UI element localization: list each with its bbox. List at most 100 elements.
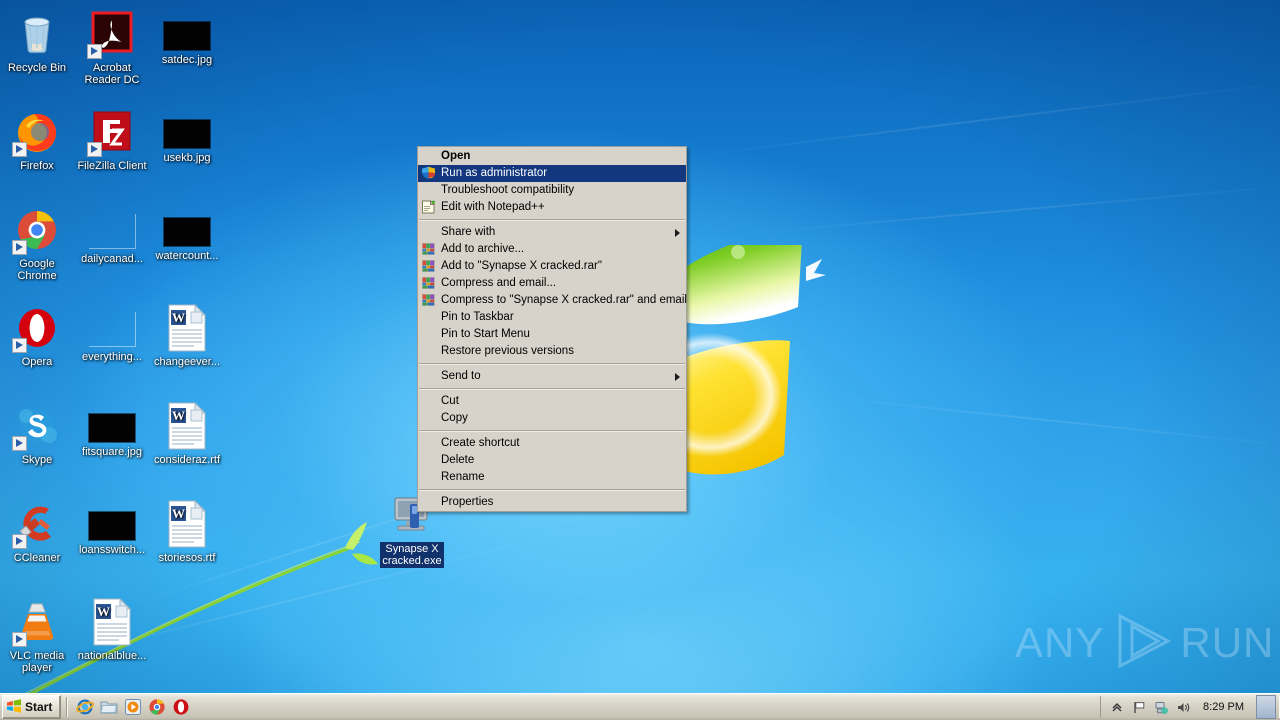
svg-text:W: W [172,310,185,325]
skype-icon [12,402,61,451]
image-thumbnail-icon [164,120,210,148]
desktop-item-label: Recycle Bin [7,62,67,74]
desktop-item-satdec-jpg[interactable]: satdec.jpg [150,10,224,66]
context-menu-item-label: Add to archive... [441,243,525,255]
blank-thumbnail-icon [88,312,136,347]
context-menu-item-share-with[interactable]: Share with [418,224,686,241]
context-menu-item-label: Add to "Synapse X cracked.rar" [441,260,602,272]
word-doc-icon: W [163,303,211,352]
context-menu-item-label: Send to [441,370,481,382]
context-menu-item-add-to-archive[interactable]: Add to archive... [418,241,686,258]
taskbar-google-chrome-icon[interactable] [145,696,169,718]
desktop-item-vlc-media-player[interactable]: VLC media player [0,598,74,674]
context-menu-item-label: Restore previous versions [441,345,574,357]
context-menu-item-label: Rename [441,471,485,483]
context-menu-item-properties[interactable]: Properties [418,494,686,511]
uac-shield-icon [421,166,437,181]
desktop-item-fitsquare-jpg[interactable]: fitsquare.jpg [75,402,149,458]
desktop-item-label: consideraz.rtf [153,454,221,466]
file-context-menu[interactable]: Open Run as administrator Troubleshoot co… [417,146,687,512]
start-button[interactable]: Start [2,695,62,719]
system-tray[interactable]: 8:29 PM [1100,695,1280,719]
context-menu-item-create-shortcut[interactable]: Create shortcut [418,435,686,452]
desktop-item-storiesos-rtf[interactable]: W storiesos.rtf [150,499,224,564]
context-menu-item-copy[interactable]: Copy [418,410,686,427]
context-menu-item-run-as-administrator[interactable]: Run as administrator [418,165,686,182]
context-menu-item-label: Pin to Taskbar [441,311,514,323]
context-menu-item-label: Share with [441,226,496,238]
shortcut-overlay-icon [87,142,102,157]
desktop-item-opera[interactable]: Opera [0,304,74,368]
image-thumbnail-icon [89,414,135,442]
desktop-item-nationalblue[interactable]: W nationalblue... [75,597,149,662]
context-menu-item-rename[interactable]: Rename [418,469,686,486]
shortcut-overlay-icon [12,338,27,353]
chrome-icon [12,206,61,255]
shortcut-overlay-icon [87,44,102,59]
desktop-item-label: CCleaner [13,552,61,564]
context-menu-item-compress-to-synapse-x-cracked-rar-and-email[interactable]: Compress to "Synapse X cracked.rar" and … [418,292,687,309]
taskbar-opera-icon[interactable] [169,696,193,718]
taskbar-internet-explorer-icon[interactable] [73,696,97,718]
blank-thumbnail-icon [88,214,136,249]
desktop-item-skype[interactable]: Skype [0,402,74,466]
winrar-icon [421,259,437,274]
desktop[interactable]: ANY RUN Recycle Bin Acrobat Reader DC sat… [0,0,1280,720]
shortcut-overlay-icon [12,632,27,647]
desktop-item-google-chrome[interactable]: Google Chrome [0,206,74,282]
desktop-item-dailycanad[interactable]: dailycanad... [75,206,149,265]
network-icon[interactable] [1153,699,1169,715]
context-menu-item-pin-to-taskbar[interactable]: Pin to Taskbar [418,309,686,326]
context-menu-item-edit-with-notepad[interactable]: Edit with Notepad++ [418,199,686,216]
show-desktop-button[interactable] [1256,695,1276,719]
context-menu-item-label: Delete [441,454,475,466]
context-menu-separator [419,388,685,390]
desktop-item-ccleaner[interactable]: CCleaner [0,500,74,564]
desktop-item-changeever[interactable]: W changeever... [150,303,224,368]
image-thumbnail-icon [164,218,210,246]
desktop-item-label: fitsquare.jpg [82,446,142,458]
context-menu-item-send-to[interactable]: Send to [418,368,686,385]
context-menu-item-open[interactable]: Open [418,148,686,165]
desktop-item-usekb-jpg[interactable]: usekb.jpg [150,108,224,164]
context-menu-item-label: Cut [441,395,459,407]
desktop-item-consideraz-rtf[interactable]: W consideraz.rtf [150,401,224,466]
desktop-item-watercount[interactable]: watercount... [150,206,224,262]
word-doc-icon: W [88,597,136,646]
context-menu-item-compress-and-email[interactable]: Compress and email... [418,275,686,292]
quicklaunch-separator [66,697,69,717]
taskbar-clock[interactable]: 8:29 PM [1197,701,1250,713]
context-menu-item-delete[interactable]: Delete [418,452,686,469]
chevron-right-icon [675,373,680,381]
svg-text:W: W [172,506,185,521]
recycle-bin-icon [13,10,61,58]
context-menu-item-restore-previous-versions[interactable]: Restore previous versions [418,343,686,360]
desktop-item-filezilla-client[interactable]: FileZilla Client [75,108,149,172]
shortcut-overlay-icon [12,240,27,255]
windows-flag-icon [6,698,22,717]
desktop-item-everything[interactable]: everything... [75,304,149,363]
shortcut-overlay-icon [12,534,27,549]
taskbar-windows-explorer-icon[interactable] [97,696,121,718]
context-menu-item-pin-to-start-menu[interactable]: Pin to Start Menu [418,326,686,343]
desktop-item-label: Acrobat Reader DC [84,62,140,86]
context-menu-item-cut[interactable]: Cut [418,393,686,410]
image-thumbnail-icon [164,22,210,50]
winrar-icon [421,242,437,257]
filezilla-icon [87,108,136,157]
taskbar-media-player-icon[interactable] [121,696,145,718]
vlc-icon [12,598,61,647]
show-hidden-icons-icon[interactable] [1109,699,1125,715]
desktop-item-recycle-bin[interactable]: Recycle Bin [0,10,74,74]
context-menu-separator [419,430,685,432]
volume-icon[interactable] [1175,699,1191,715]
taskbar[interactable]: Start 8:29 PM [0,693,1280,720]
desktop-item-firefox[interactable]: Firefox [0,108,74,172]
desktop-item-acrobat-reader-dc[interactable]: Acrobat Reader DC [75,10,149,86]
context-menu-item-add-to-synapse-x-cracked-rar[interactable]: Add to "Synapse X cracked.rar" [418,258,686,275]
acrobat-icon [87,10,136,59]
context-menu-item-troubleshoot-compatibility[interactable]: Troubleshoot compatibility [418,182,686,199]
desktop-item-loansswitch[interactable]: loansswitch... [75,500,149,556]
action-center-flag-icon[interactable] [1131,699,1147,715]
desktop-item-label: watercount... [155,250,219,262]
